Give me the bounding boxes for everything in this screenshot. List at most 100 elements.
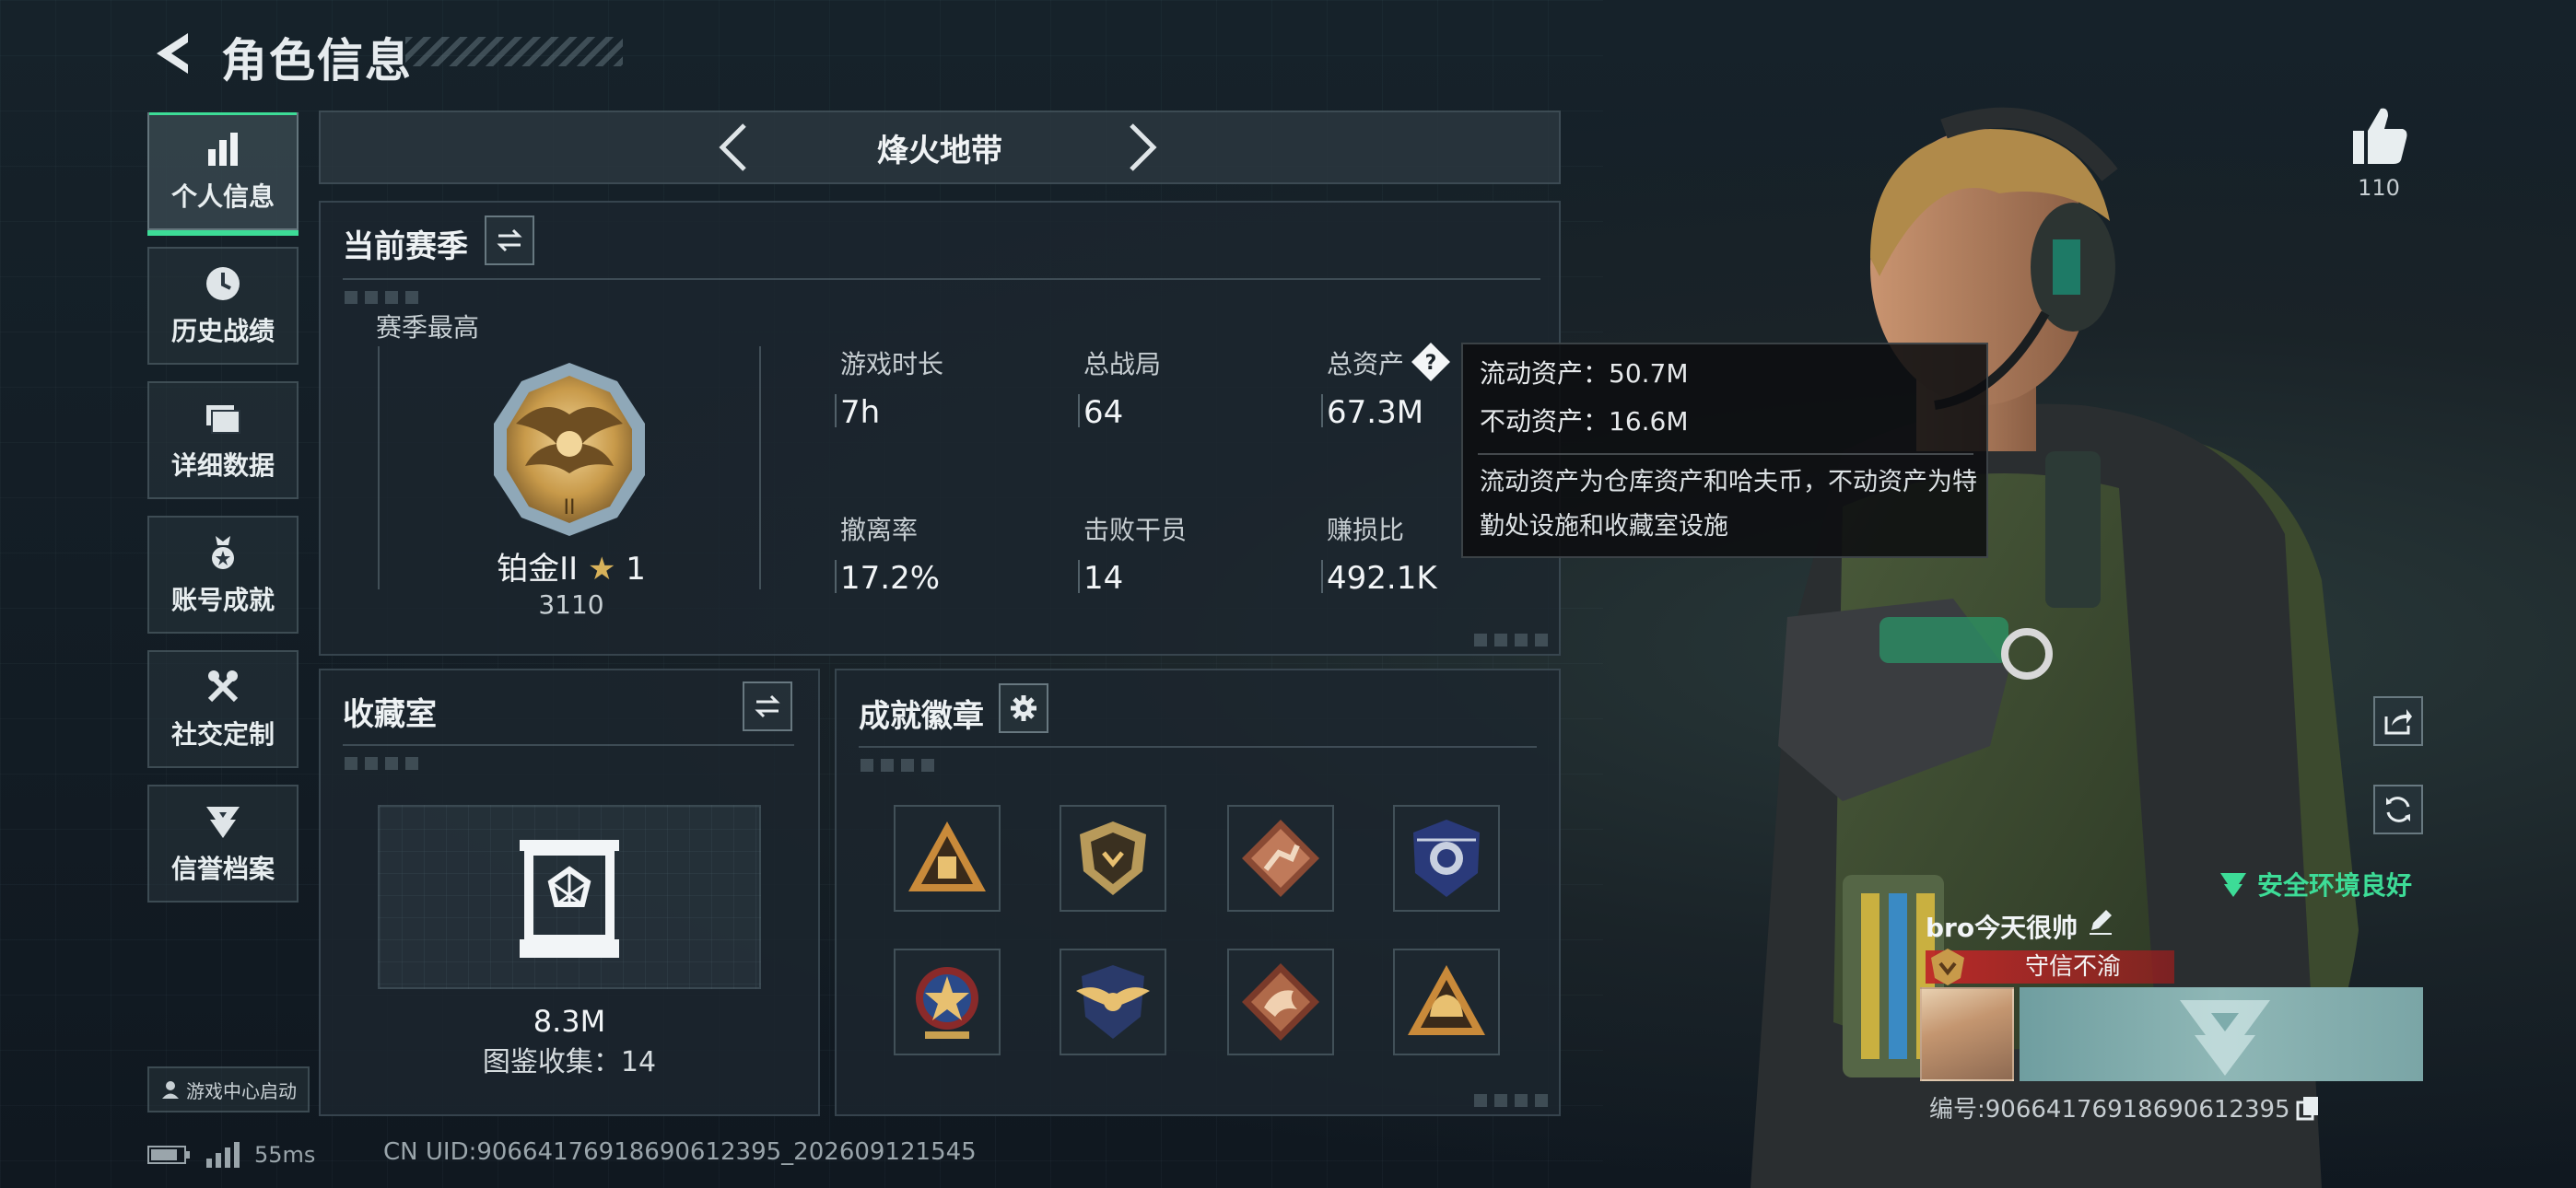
stat-divider bbox=[1321, 560, 1323, 593]
title-emblem-icon bbox=[1931, 949, 1964, 985]
nav-item-detailed-data[interactable]: 详细数据 bbox=[147, 381, 299, 499]
season-switch-button[interactable] bbox=[485, 215, 534, 265]
battery-icon bbox=[147, 1146, 190, 1164]
police-badge[interactable] bbox=[1393, 805, 1500, 912]
stat-profit-loss-ratio: 赚损比 492.1K bbox=[1321, 510, 1437, 597]
tooltip-description: 流动资产为仓库资产和哈夫币，不动资产为特勤处设施和收藏室设施 bbox=[1480, 468, 1977, 541]
collection-value: 8.3M bbox=[533, 1004, 606, 1039]
folder-icon bbox=[206, 405, 240, 434]
asset-tooltip: 流动资产：50.7M 不动资产：16.6M 流动资产为仓库资产和哈夫币，不动资产… bbox=[1461, 343, 1988, 558]
decoration bbox=[861, 759, 934, 772]
stat-label: 撤离率 bbox=[840, 515, 919, 545]
safe-env-text: 安全环境良好 bbox=[2257, 870, 2413, 901]
help-icon[interactable]: ? bbox=[1410, 341, 1452, 383]
nav-label: 社交定制 bbox=[170, 719, 275, 750]
share-button[interactable] bbox=[2373, 696, 2423, 746]
nav-item-reputation[interactable]: 信誉档案 bbox=[147, 785, 299, 903]
runner-badge-icon bbox=[1242, 820, 1319, 897]
stat-divider bbox=[1321, 394, 1323, 427]
rank-stars: 1 bbox=[626, 551, 646, 588]
page-title: 角色信息 bbox=[221, 34, 413, 87]
decoration bbox=[1474, 634, 1548, 646]
season-best-label: 赛季最高 bbox=[376, 312, 480, 343]
collection-title: 收藏室 bbox=[343, 696, 437, 733]
stat-value: 7h bbox=[840, 394, 881, 431]
shield-badge-icon bbox=[1080, 821, 1146, 895]
diamond-runner-badge[interactable] bbox=[1227, 805, 1334, 912]
stat-value: 17.2% bbox=[840, 560, 941, 597]
status-bar: 55ms bbox=[147, 1138, 315, 1171]
avatar[interactable] bbox=[1920, 987, 2014, 1081]
stat-label: 击败干员 bbox=[1083, 515, 1188, 545]
uid-text: CN UID:9066417691869061239​5_20260912154… bbox=[383, 1138, 977, 1166]
title-decoration bbox=[405, 37, 623, 66]
helmet-badge-icon bbox=[1408, 965, 1485, 1035]
nav-label: 历史战绩 bbox=[170, 316, 275, 346]
stat-extraction-rate: 撤离率 17.2% bbox=[835, 510, 941, 597]
nav-item-history[interactable]: 历史战绩 bbox=[147, 247, 299, 365]
triangle-badge[interactable] bbox=[894, 805, 1001, 912]
share-icon bbox=[2384, 709, 2412, 735]
clock-icon bbox=[206, 267, 240, 300]
platinum-rank-badge-icon: II bbox=[494, 363, 645, 536]
star-icon: ★ bbox=[587, 551, 616, 588]
divider bbox=[859, 746, 1537, 748]
delta-logo-icon bbox=[2180, 1000, 2270, 1076]
signal-icon bbox=[206, 1142, 240, 1168]
winged-shield-icon bbox=[1076, 965, 1150, 1039]
stat-divider bbox=[835, 560, 837, 593]
shield-badge[interactable] bbox=[1060, 805, 1166, 912]
rank-score: 3110 bbox=[538, 589, 604, 620]
chevron-right-icon[interactable] bbox=[1124, 122, 1161, 173]
decoration bbox=[345, 757, 418, 770]
thumbs-up-icon[interactable] bbox=[2344, 101, 2412, 169]
nav-label: 信誉档案 bbox=[170, 854, 275, 884]
achievements-settings-button[interactable] bbox=[999, 683, 1048, 733]
tooltip-liquid-assets: 流动资产：50.7M bbox=[1480, 358, 1689, 389]
player-title: 守信不渝 bbox=[2024, 953, 2121, 981]
stat-divider bbox=[1078, 394, 1080, 427]
back-arrow-icon[interactable] bbox=[147, 28, 199, 79]
stat-total-matches: 总战局 64 bbox=[1078, 344, 1162, 431]
chevron-left-icon[interactable] bbox=[715, 122, 752, 173]
game-center-launch-button[interactable]: 游戏中心启动 bbox=[147, 1066, 310, 1112]
mode-title: 烽火地带 bbox=[877, 133, 1002, 169]
stat-value: 492.1K bbox=[1327, 560, 1437, 597]
stat-value: 67.3M bbox=[1327, 394, 1424, 431]
collection-count: 图鉴收集：14 bbox=[482, 1046, 657, 1078]
swap-icon bbox=[755, 694, 780, 718]
dragon-badge[interactable] bbox=[1227, 949, 1334, 1055]
achievements-title: 成就徽章 bbox=[859, 698, 984, 735]
stat-label: 总战局 bbox=[1083, 349, 1162, 379]
dragon-badge-icon bbox=[1242, 963, 1319, 1041]
edit-icon[interactable] bbox=[2086, 906, 2115, 936]
refresh-button[interactable] bbox=[2373, 785, 2423, 834]
nav-label: 账号成就 bbox=[170, 585, 275, 615]
star-medal-badge[interactable] bbox=[894, 949, 1001, 1055]
medal-icon bbox=[212, 536, 234, 569]
nav-item-achievements[interactable]: 账号成就 bbox=[147, 516, 299, 634]
stat-label: 游戏时长 bbox=[840, 349, 944, 379]
game-center-label: 游戏中心启动 bbox=[186, 1079, 297, 1102]
user-icon bbox=[162, 1081, 179, 1099]
ping-value: 55ms bbox=[254, 1142, 316, 1168]
helmet-badge[interactable] bbox=[1393, 949, 1500, 1055]
divider bbox=[343, 278, 1540, 280]
nav-item-personal-info[interactable]: 个人信息 bbox=[147, 112, 299, 236]
tools-icon bbox=[207, 670, 239, 703]
bar-chart-icon bbox=[208, 133, 238, 166]
nav-item-social[interactable]: 社交定制 bbox=[147, 650, 299, 768]
stat-value: 14 bbox=[1083, 560, 1124, 597]
player-id-text: 编号:9066417691869061239​5 bbox=[1929, 1096, 2290, 1124]
divider bbox=[343, 744, 794, 746]
swap-icon bbox=[497, 228, 522, 252]
winged-shield-badge[interactable] bbox=[1060, 949, 1166, 1055]
reputation-icon bbox=[206, 807, 240, 838]
stat-value: 64 bbox=[1083, 394, 1124, 431]
player-name: bro今天很帅 bbox=[1926, 913, 2078, 943]
stat-play-time: 游戏时长 7h bbox=[835, 344, 944, 431]
star-medal-icon bbox=[916, 967, 978, 1039]
copy-icon[interactable] bbox=[2296, 1095, 2320, 1121]
like-count: 110 bbox=[2358, 175, 2400, 201]
collection-switch-button[interactable] bbox=[743, 681, 792, 731]
